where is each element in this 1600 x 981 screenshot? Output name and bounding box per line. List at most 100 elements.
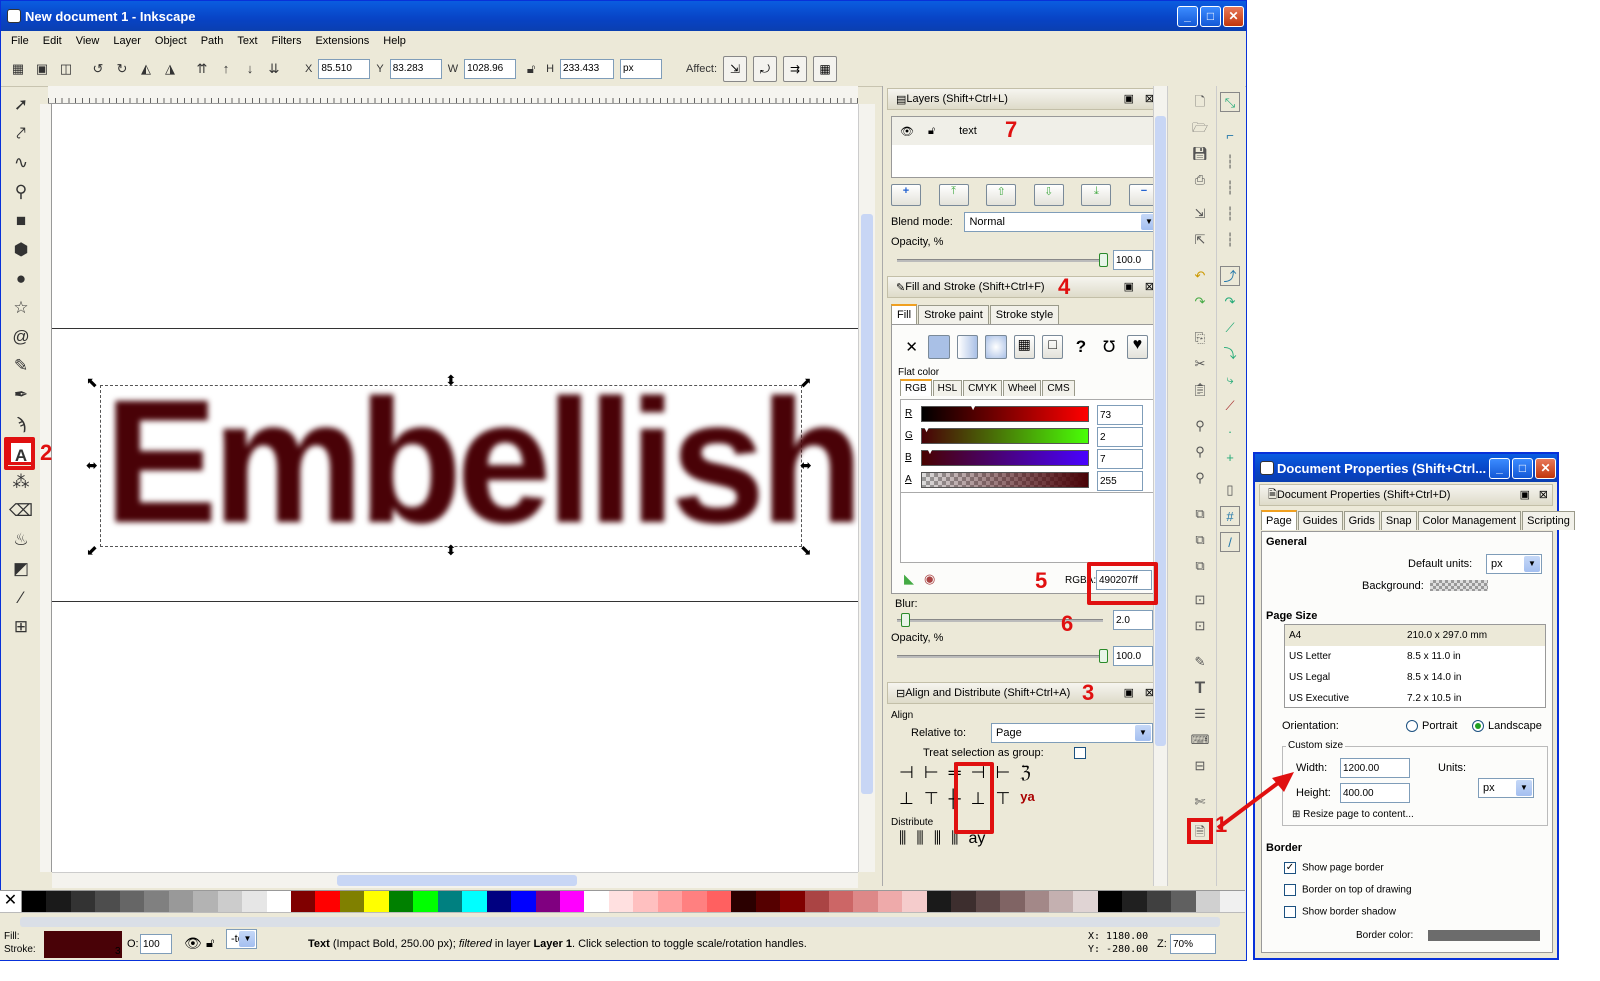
rectangle-tool-icon[interactable]: ■ <box>8 208 34 233</box>
new-doc-icon[interactable]: 🗋 <box>1190 92 1210 112</box>
tab-hsl[interactable]: HSL <box>932 380 963 396</box>
zoom-selection-icon[interactable]: ⚲ <box>1190 416 1210 436</box>
radial-gradient-icon[interactable] <box>985 335 1007 359</box>
align-top-edges-icon[interactable]: ⊤ <box>924 789 939 809</box>
border-shadow-checkbox[interactable]: Show border shadow <box>1284 906 1396 918</box>
palette-swatch[interactable] <box>559 891 585 912</box>
close-button[interactable]: ✕ <box>1223 6 1244 27</box>
deselect-icon[interactable]: ◫ <box>57 60 75 78</box>
palette-swatch[interactable] <box>780 891 805 912</box>
dropper-tool-icon[interactable]: ⁄ <box>8 585 34 610</box>
fill-opacity-thumb[interactable] <box>1099 649 1108 663</box>
tab-snap[interactable]: Snap <box>1380 511 1417 530</box>
zoom-tool-icon[interactable]: ⚲ <box>8 179 34 204</box>
palette-swatch[interactable] <box>1000 891 1025 912</box>
layer-lock-icon[interactable]: 🔓︎ <box>206 935 214 951</box>
palette-swatch[interactable] <box>804 891 829 912</box>
clone-icon[interactable]: ⧉ <box>1190 530 1210 550</box>
duplicate-icon[interactable]: ⧉ <box>1190 504 1210 524</box>
preferences-icon[interactable]: ✄ <box>1190 792 1210 812</box>
menu-edit[interactable]: Edit <box>43 35 62 47</box>
snap-grid-icon[interactable]: # <box>1220 506 1240 526</box>
redo-icon[interactable]: ↷ <box>1190 292 1210 312</box>
palette-swatch[interactable] <box>828 891 854 912</box>
distribute-center-icon[interactable]: ⫼ <box>916 830 923 848</box>
palette-swatch[interactable] <box>1122 891 1147 912</box>
zoom-page-icon[interactable]: ⚲ <box>1190 468 1210 488</box>
menu-filters[interactable]: Filters <box>272 35 302 47</box>
palette-swatch[interactable] <box>951 891 976 912</box>
palette-swatch[interactable] <box>731 891 756 912</box>
snap-nodes-icon[interactable]: ⤴ <box>1220 266 1240 286</box>
palette-swatch[interactable] <box>1195 891 1221 912</box>
palette-swatch[interactable] <box>364 891 389 912</box>
snap-midpoints-icon[interactable]: ⟋ <box>1220 396 1240 416</box>
align-right-to-left-icon[interactable]: ⊣ <box>899 763 914 783</box>
scale-handle-se[interactable]: ⬊ <box>800 542 812 559</box>
palette-swatch[interactable] <box>1073 891 1098 912</box>
unlock-icon[interactable]: 🔓︎ <box>928 125 935 138</box>
zoom-drawing-icon[interactable]: ⚲ <box>1190 442 1210 462</box>
palette-swatch[interactable] <box>1097 891 1123 912</box>
gradient-tool-icon[interactable]: ◩ <box>8 556 34 581</box>
tab-page[interactable]: Page <box>1261 510 1297 530</box>
pencil-tool-icon[interactable]: ✎ <box>8 353 34 378</box>
lock-icon[interactable]: 🔓︎ <box>522 60 540 78</box>
tab-fill[interactable]: Fill <box>891 304 918 324</box>
palette-swatch[interactable] <box>877 891 903 912</box>
palette-swatch[interactable] <box>975 891 1001 912</box>
palette-swatch[interactable] <box>339 891 365 912</box>
vscroll-thumb[interactable] <box>861 214 873 794</box>
3d-box-tool-icon[interactable]: ⬢ <box>8 237 34 262</box>
panel-iconify-icon[interactable]: ▣ <box>1124 280 1134 293</box>
color-palette[interactable]: ✕ <box>0 890 1245 912</box>
treat-as-group-checkbox[interactable] <box>1073 747 1086 759</box>
copy-icon[interactable]: ⎘ <box>1190 328 1210 348</box>
zoom-input[interactable]: 70% <box>1170 934 1216 954</box>
palette-swatch[interactable] <box>217 891 243 912</box>
layer-name[interactable]: text <box>959 125 977 137</box>
menu-path[interactable]: Path <box>201 35 224 47</box>
ellipse-tool-icon[interactable]: ● <box>8 266 34 291</box>
raise-layer-button[interactable]: ⇧ <box>986 184 1017 206</box>
snap-bbox-mid-icon[interactable]: ┆ <box>1220 204 1240 224</box>
spiral-tool-icon[interactable]: @ <box>8 324 34 349</box>
palette-swatch[interactable] <box>437 891 463 912</box>
channel-input[interactable]: 73 <box>1097 405 1143 425</box>
lower-layer-bottom-button[interactable]: ⤓ <box>1081 184 1112 206</box>
palette-swatch[interactable] <box>1220 891 1245 912</box>
palette-scrollbar[interactable] <box>20 917 1220 927</box>
width-input[interactable]: 1200.00 <box>1340 758 1410 778</box>
palette-swatch[interactable] <box>633 891 658 912</box>
align-baselines-icon[interactable]: ya <box>1020 789 1034 809</box>
page-size-row[interactable]: A4 210.0 x 297.0 mm <box>1285 625 1545 646</box>
affect-stroke-toggle[interactable]: ⇲ <box>723 55 748 82</box>
x-input[interactable]: 85.510 <box>318 58 371 79</box>
flat-color-icon[interactable] <box>928 335 950 359</box>
align-left-to-right-icon[interactable]: ⊢ <box>995 763 1010 783</box>
affect-pattern-toggle[interactable]: ▦ <box>813 55 838 82</box>
pattern-icon[interactable]: ▦ <box>1013 335 1035 359</box>
print-icon[interactable]: ⎙ <box>1190 170 1210 190</box>
snap-toggle-icon[interactable]: ⤡ <box>1220 92 1240 112</box>
tab-stroke-paint[interactable]: Stroke paint <box>918 305 989 324</box>
palette-swatch[interactable] <box>535 891 560 912</box>
palette-swatch[interactable] <box>119 891 145 912</box>
menu-file[interactable]: File <box>11 35 29 47</box>
xml-editor-icon[interactable]: ⌨ <box>1190 730 1210 750</box>
tab-scripting[interactable]: Scripting <box>1522 511 1575 530</box>
canvas-horizontal-scrollbar[interactable] <box>52 872 858 888</box>
distribute-gaps-icon[interactable]: ⫼ <box>934 830 941 848</box>
snap-paths-icon[interactable]: ↷ <box>1220 292 1240 312</box>
no-paint-icon[interactable]: ✕ <box>902 338 921 356</box>
channel-marker[interactable]: ▼ <box>1087 469 1095 478</box>
layer-row[interactable]: 👁︎ 🔓︎ text <box>892 117 1158 145</box>
swatch-icon[interactable]: □ <box>1041 335 1064 359</box>
scale-handle-s[interactable]: ⬍ <box>445 542 457 559</box>
tab-guides[interactable]: Guides <box>1297 511 1343 530</box>
snap-page-icon[interactable]: ▯ <box>1220 480 1240 500</box>
connector-tool-icon[interactable]: ⊞ <box>8 614 34 639</box>
tab-grids[interactable]: Grids <box>1343 511 1380 530</box>
fill-stroke-dialog-icon[interactable]: ✎ <box>1190 652 1210 672</box>
snap-bbox-icon[interactable]: ⌐ <box>1220 126 1240 146</box>
